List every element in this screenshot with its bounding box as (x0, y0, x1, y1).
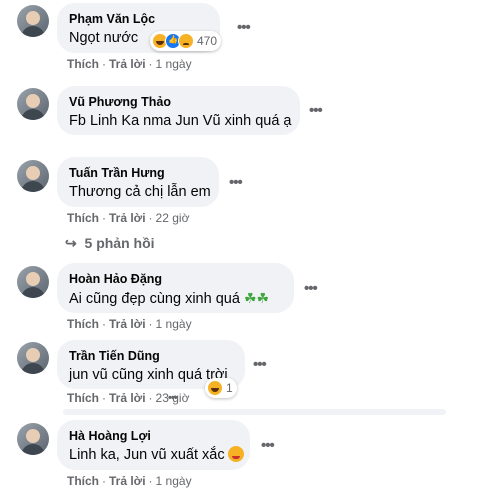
reaction-summary[interactable]: 1 (205, 378, 237, 398)
haha-reaction-icon (207, 380, 223, 396)
comment-text: Ai cũng đẹp cùng xinh quá ☘☘ (69, 290, 270, 307)
commenter-name[interactable]: Vũ Phương Thảo (69, 94, 288, 110)
comment-bubble: Hoàn Hảo Đặng Ai cũng đẹp cùng xinh quá … (57, 263, 294, 313)
more-options-icon[interactable]: ••• (229, 174, 243, 191)
blushing-face-emoji-icon (227, 446, 244, 462)
commenter-name[interactable]: Trần Tiến Dũng (69, 348, 233, 364)
timestamp[interactable]: 1 ngày (156, 57, 192, 71)
avatar[interactable] (17, 160, 49, 192)
reply-link[interactable]: Trả lời (109, 211, 146, 225)
timestamp[interactable]: 1 ngày (156, 474, 192, 488)
comment-text: Thương cả chị lẫn em (69, 184, 211, 200)
more-options-icon[interactable]: ••• (261, 437, 275, 454)
view-replies-link[interactable]: ↪ 5 phản hồi (65, 235, 155, 252)
comment-actions: Thích · Trả lời · 1 ngày (67, 317, 192, 331)
comment-text: Fb Linh Ka nma Jun Vũ xinh quá ạ (69, 113, 292, 129)
avatar[interactable] (17, 342, 49, 374)
more-options-icon[interactable]: ••• (309, 102, 323, 119)
more-options-icon[interactable]: ••• (304, 280, 318, 297)
sad-reaction-icon (178, 33, 194, 49)
commenter-name[interactable]: Hoàn Hảo Đặng (69, 271, 282, 287)
like-link[interactable]: Thích (67, 391, 99, 405)
comment-actions: Thích · Trả lời · 1 ngày (67, 474, 192, 488)
like-link[interactable]: Thích (67, 317, 99, 331)
comment-bubble: Vũ Phương Thảo Fb Linh Ka nma Jun Vũ xin… (57, 86, 300, 135)
like-link[interactable]: Thích (67, 211, 99, 225)
timestamp[interactable]: 22 giờ (156, 211, 190, 225)
commenter-name[interactable]: Hà Hoàng Lợi (69, 428, 238, 444)
reaction-summary[interactable]: 470 (150, 31, 222, 51)
more-options-icon[interactable]: ••• (168, 392, 178, 404)
reply-link[interactable]: Trả lời (109, 391, 146, 405)
more-options-icon[interactable]: ••• (237, 19, 251, 36)
like-link[interactable]: Thích (67, 474, 99, 488)
four-leaf-clover-icon: ☘ (256, 290, 270, 306)
more-options-icon[interactable]: ••• (253, 356, 267, 373)
avatar[interactable] (17, 423, 49, 455)
comment-actions: Thích · Trả lời · 22 giờ (67, 211, 190, 225)
four-leaf-clover-icon: ☘ (243, 290, 257, 306)
commenter-name[interactable]: Phạm Văn Lộc (69, 11, 208, 27)
like-link[interactable]: Thích (67, 57, 99, 71)
comment-bubble: Tuấn Trần Hưng Thương cả chị lẫn em (57, 157, 219, 207)
avatar[interactable] (17, 88, 49, 120)
comment-actions: Thích · Trả lời · 1 ngày (67, 57, 192, 71)
reply-link[interactable]: Trả lời (109, 57, 146, 71)
reply-link[interactable]: Trả lời (109, 317, 146, 331)
timestamp[interactable]: 1 ngày (156, 317, 192, 331)
reply-arrow-icon: ↪ (65, 235, 77, 251)
reaction-count: 1 (226, 381, 233, 395)
divider (63, 409, 446, 415)
replies-count: 5 phản hồi (84, 235, 155, 251)
reaction-count: 470 (197, 34, 218, 48)
commenter-name[interactable]: Tuấn Trần Hưng (69, 165, 207, 181)
reply-link[interactable]: Trả lời (109, 474, 146, 488)
avatar[interactable] (17, 266, 49, 298)
comment-text: Linh ka, Jun vũ xuất xắc (69, 445, 244, 465)
avatar[interactable] (17, 5, 49, 37)
comment-bubble: Hà Hoàng Lợi Linh ka, Jun vũ xuất xắc (57, 420, 250, 470)
